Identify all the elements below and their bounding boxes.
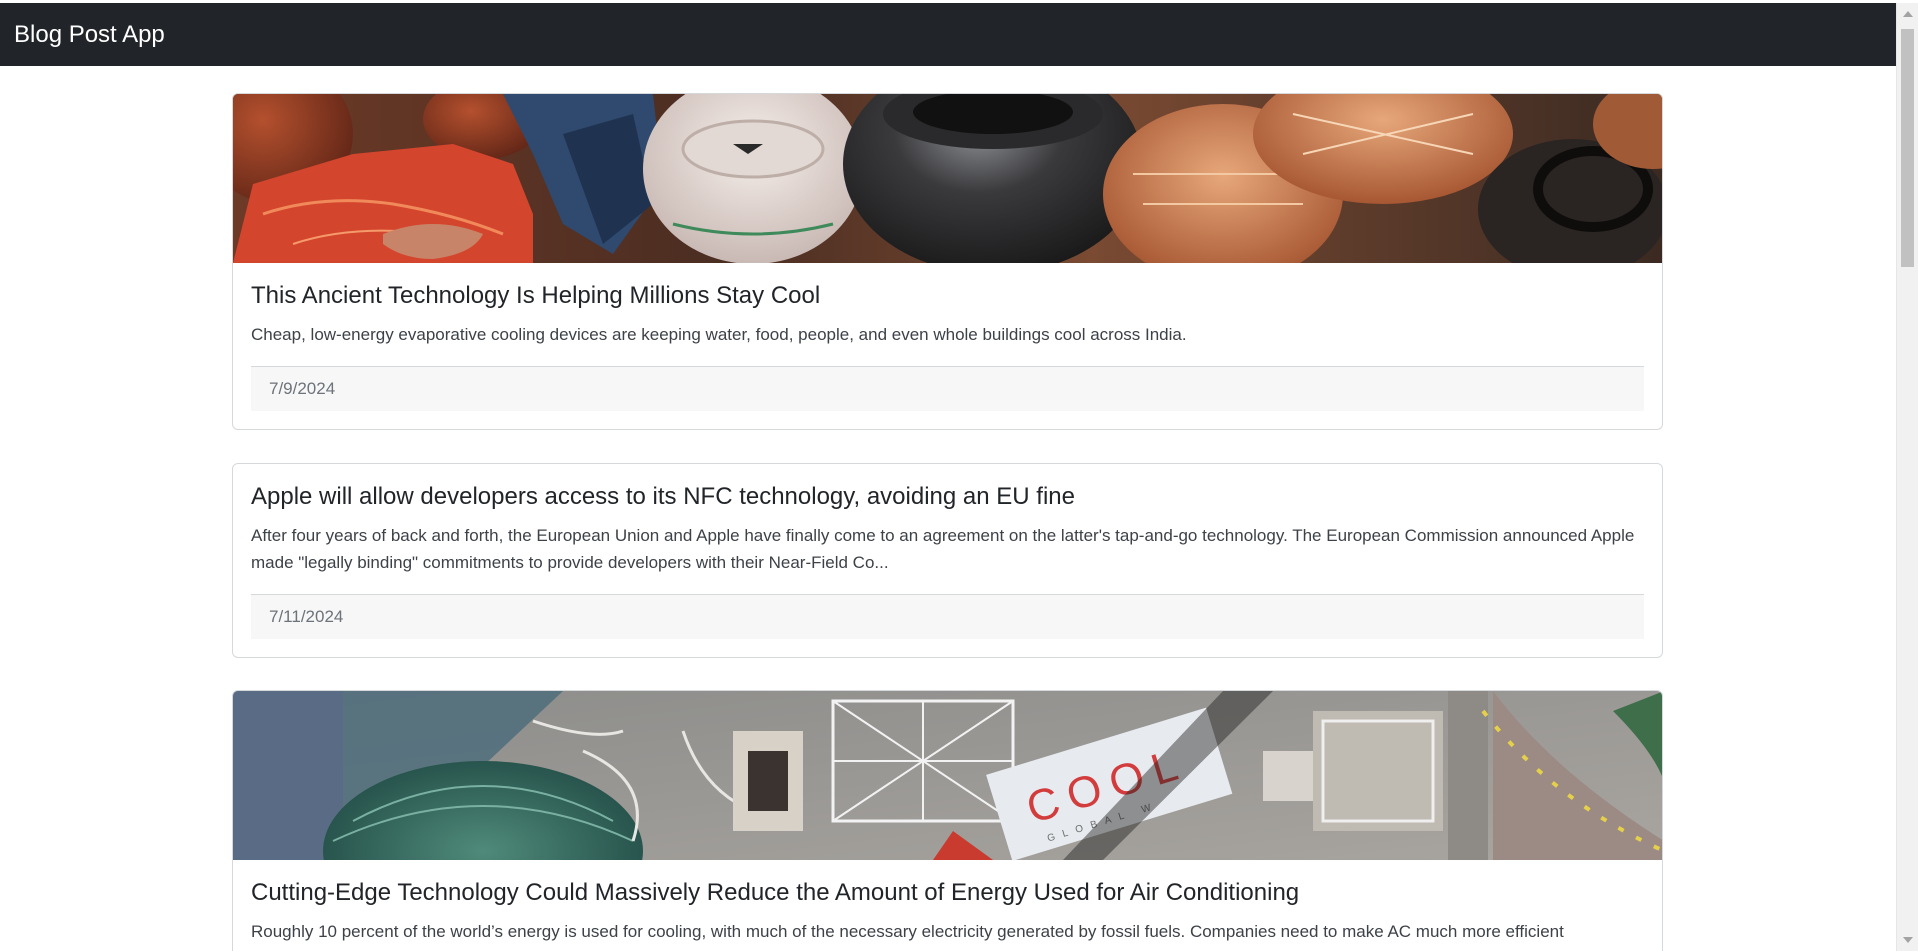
post-title[interactable]: Cutting-Edge Technology Could Massively …	[251, 878, 1644, 908]
clay-pots-illustration	[233, 94, 1662, 263]
post-body: Cutting-Edge Technology Could Massively …	[233, 860, 1662, 951]
browser-viewport: Blog Post App This Ancient Technology Is…	[0, 0, 1918, 951]
post-date: 7/11/2024	[269, 607, 344, 626]
post-description: Cheap, low-energy evaporative cooling de…	[251, 325, 1187, 344]
rooftop-aerial-illustration: COOL GLOBAL W	[233, 691, 1662, 860]
post-image-clay-pots	[233, 94, 1662, 263]
post-body: Apple will allow developers access to it…	[233, 464, 1662, 657]
navbar-brand[interactable]: Blog Post App	[14, 21, 165, 49]
post-body: This Ancient Technology Is Helping Milli…	[233, 263, 1662, 429]
post-date-footer: 7/11/2024	[251, 594, 1644, 639]
vertical-scrollbar[interactable]	[1896, 3, 1918, 951]
post-card[interactable]: This Ancient Technology Is Helping Milli…	[232, 93, 1663, 430]
post-card[interactable]: Apple will allow developers access to it…	[232, 463, 1663, 658]
scroll-up-arrow-icon[interactable]	[1903, 11, 1913, 17]
navbar: Blog Post App	[0, 3, 1896, 66]
scroll-down-arrow-icon[interactable]	[1903, 937, 1913, 943]
post-image-rooftop-aerial: COOL GLOBAL W	[233, 691, 1662, 860]
post-date: 7/9/2024	[269, 379, 336, 398]
post-title[interactable]: This Ancient Technology Is Helping Milli…	[251, 281, 1644, 311]
scrollbar-thumb[interactable]	[1901, 29, 1914, 267]
post-card[interactable]: COOL GLOBAL W Cutting-Edge Technology Co…	[232, 690, 1663, 951]
post-description: Roughly 10 percent of the world’s energy…	[251, 922, 1564, 941]
post-title[interactable]: Apple will allow developers access to it…	[251, 482, 1644, 512]
post-description: After four years of back and forth, the …	[251, 526, 1635, 572]
post-date-footer: 7/9/2024	[251, 366, 1644, 411]
post-list: This Ancient Technology Is Helping Milli…	[0, 66, 1896, 951]
